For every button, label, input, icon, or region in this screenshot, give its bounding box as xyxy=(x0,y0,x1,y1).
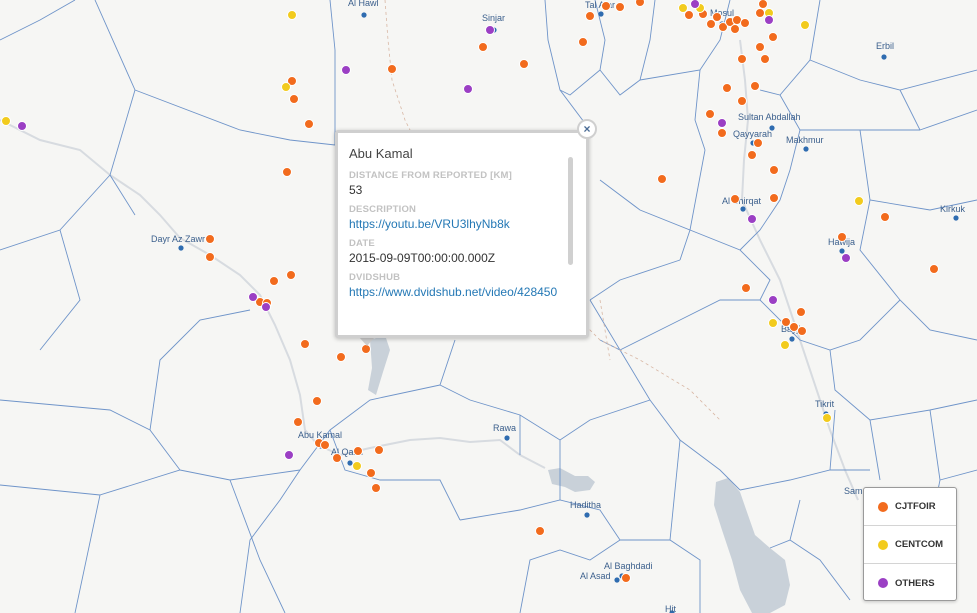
legend-dot-centcom xyxy=(878,539,888,550)
legend-item-centcom[interactable]: CENTCOM xyxy=(864,526,956,564)
svg-text:Al Shirqat: Al Shirqat xyxy=(722,196,762,206)
legend-label: OTHERS xyxy=(895,577,935,589)
field-label-dvidshub: DVIDSHUB xyxy=(349,272,401,283)
popup-tip xyxy=(359,337,375,346)
popup-content[interactable]: Abu Kamal DISTANCE FROM REPORTED [KM] 53… xyxy=(349,146,572,325)
field-label-date: DATE xyxy=(349,238,375,249)
popup-title: Abu Kamal xyxy=(349,146,413,161)
popup-close-button[interactable]: × xyxy=(577,119,597,139)
svg-text:Sam: Sam xyxy=(844,486,863,496)
city-haditha: Haditha xyxy=(570,500,601,518)
city-al-hawl: Al Hawl xyxy=(348,0,379,18)
city-hit: Hit xyxy=(665,604,676,613)
feature-popup[interactable]: Abu Kamal DISTANCE FROM REPORTED [KM] 53… xyxy=(335,130,589,338)
field-value-date: 2015-09-09T00:00:00.000Z xyxy=(349,251,496,265)
svg-text:Erbil: Erbil xyxy=(876,41,894,51)
map-legend: CJTFOIR CENTCOM OTHERS xyxy=(863,487,957,601)
field-label-distance: DISTANCE FROM REPORTED [KM] xyxy=(349,170,513,181)
field-value-distance: 53 xyxy=(349,183,363,197)
tigris-river xyxy=(739,39,859,501)
city-makhmur: Makhmur xyxy=(786,135,824,152)
legend-label: CJTFOIR xyxy=(895,501,936,512)
city-erbil: Erbil xyxy=(876,41,894,60)
svg-text:Sultan Abdallah: Sultan Abdallah xyxy=(738,112,801,122)
dvidshub-link[interactable]: https://www.dvidshub.net/video/428450 xyxy=(349,285,572,300)
city-kirkuk: Kirkuk xyxy=(940,204,966,221)
legend-dot-cjtfoir xyxy=(878,501,888,512)
svg-text:Qayyarah: Qayyarah xyxy=(733,129,772,139)
svg-text:Al Hawl: Al Hawl xyxy=(348,0,379,8)
svg-text:Hit: Hit xyxy=(665,604,676,613)
svg-text:Kirkuk: Kirkuk xyxy=(940,204,966,214)
field-label-description: DESCRIPTION xyxy=(349,204,417,215)
lake-haditha xyxy=(548,468,595,492)
svg-text:Haditha: Haditha xyxy=(570,500,601,510)
svg-text:Al Asad: Al Asad xyxy=(580,571,611,581)
svg-text:Rawa: Rawa xyxy=(493,423,516,433)
description-link[interactable]: https://youtu.be/VRU3lhyNb8k xyxy=(349,217,572,232)
svg-text:Al Baghdadi: Al Baghdadi xyxy=(604,561,653,571)
popup-scrollbar[interactable] xyxy=(568,157,573,265)
city-rawa: Rawa xyxy=(493,423,516,441)
lake-tharthar xyxy=(714,478,790,613)
legend-item-others[interactable]: OTHERS xyxy=(864,564,956,602)
city-al-shirqat: Al Shirqat xyxy=(722,196,762,212)
legend-label: CENTCOM xyxy=(895,539,944,550)
map-view[interactable]: Al Hawl Sinjar Tal Afar Mosul Erbil Sult… xyxy=(0,0,977,613)
svg-text:Dayr Az Zawr: Dayr Az Zawr xyxy=(151,234,205,244)
svg-text:Makhmur: Makhmur xyxy=(786,135,824,145)
city-al-asad: Al Asad xyxy=(580,571,620,583)
svg-text:Tikrit: Tikrit xyxy=(815,399,835,409)
city-qayyarah: Qayyarah xyxy=(733,129,772,146)
legend-dot-others xyxy=(878,578,888,588)
svg-text:Sinjar: Sinjar xyxy=(482,13,505,23)
legend-item-cjtfoir[interactable]: CJTFOIR xyxy=(864,488,956,526)
